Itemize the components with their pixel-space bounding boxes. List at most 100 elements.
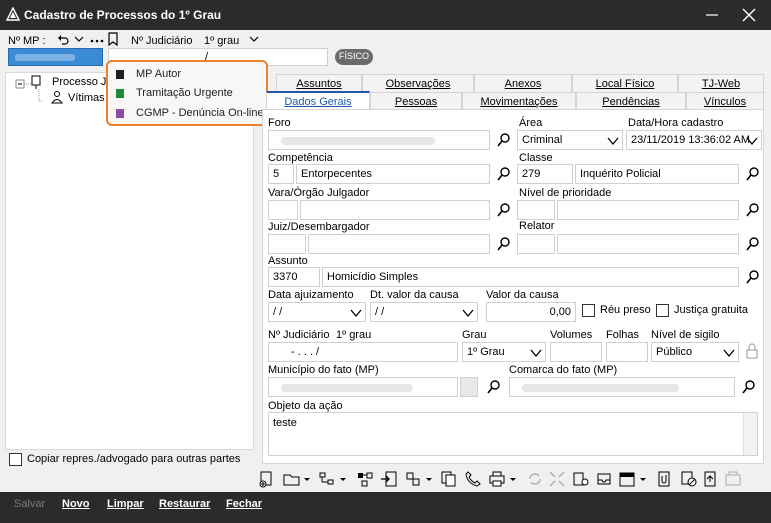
sigilo-select[interactable]: Público (651, 342, 739, 362)
volumes-input[interactable] (550, 342, 602, 362)
copy-icon[interactable] (440, 470, 458, 488)
competencia-input[interactable]: Entorpecentes (296, 164, 490, 184)
archive-icon[interactable] (724, 470, 742, 488)
print-icon[interactable] (488, 470, 518, 488)
chevron-down-icon (462, 309, 474, 318)
justica-gratuita-checkbox[interactable] (656, 304, 669, 317)
cancel-doc-icon[interactable] (680, 470, 698, 488)
tree-item-vitimas[interactable]: Vítimas (68, 92, 105, 104)
juiz-input[interactable] (308, 234, 490, 254)
tab-assuntos[interactable]: Assuntos (276, 74, 362, 92)
popup-item-mp-autor[interactable]: MP Autor (114, 66, 264, 84)
sync-icon[interactable] (526, 470, 544, 488)
search-icon[interactable] (496, 236, 512, 252)
municipio-input[interactable] (268, 377, 458, 397)
minimize-icon[interactable] (700, 5, 724, 25)
area-select[interactable]: Criminal (517, 130, 623, 150)
municipio-uf[interactable] (460, 377, 478, 397)
tab-movimentacoes[interactable]: Movimentações (462, 92, 576, 110)
objeto-textarea[interactable]: teste (268, 412, 758, 456)
tab-tj-web[interactable]: TJ-Web (678, 74, 764, 92)
tab-anexos[interactable]: Anexos (474, 74, 572, 92)
tab-dados-gerais[interactable]: Dados Gerais (266, 91, 370, 110)
justica-gratuita-label: Justiça gratuita (674, 304, 748, 316)
limpar-button[interactable]: Limpar (107, 498, 144, 510)
lock-icon[interactable] (745, 343, 759, 359)
restaurar-button[interactable]: Restaurar (159, 498, 210, 510)
juiz-label: Juiz/Desembargador (268, 221, 370, 233)
search-icon[interactable] (745, 202, 761, 218)
assunto-input[interactable]: Homicídio Simples (322, 267, 739, 287)
search-icon[interactable] (741, 379, 757, 395)
objeto-label: Objeto da ação (268, 400, 343, 412)
more-icon[interactable] (90, 33, 104, 45)
process-tree[interactable]: Processo Ju Vítimas (5, 72, 254, 450)
split-icon[interactable] (404, 470, 434, 488)
competencia-code[interactable]: 5 (268, 164, 294, 184)
datahora-input[interactable]: 23/11/2019 13:36:02 AM (626, 130, 762, 150)
undo-icon[interactable] (57, 33, 69, 45)
municipio-label: Município do fato (MP) (268, 364, 379, 376)
hierarchy-icon[interactable] (318, 470, 348, 488)
juiz-code[interactable] (268, 234, 306, 254)
njud2-label: Nº Judiciário (268, 329, 330, 341)
tab-local-fisico[interactable]: Local Físico (572, 74, 678, 92)
data-ajuizamento-input[interactable]: / / (268, 302, 366, 322)
search-icon[interactable] (496, 132, 512, 148)
phone-icon[interactable] (464, 470, 482, 488)
vara-input[interactable] (300, 200, 490, 220)
search-icon[interactable] (745, 236, 761, 252)
transfer-icon[interactable] (380, 470, 398, 488)
novo-button[interactable]: Novo (62, 498, 90, 510)
folder-icon[interactable] (282, 470, 312, 488)
settings-doc-icon[interactable] (572, 470, 590, 488)
search-icon[interactable] (496, 166, 512, 182)
bookmark-icon[interactable] (107, 32, 119, 46)
grau-select[interactable]: 1º Grau (462, 342, 546, 362)
search-icon[interactable] (486, 379, 502, 395)
network-icon[interactable] (356, 470, 374, 488)
comarca-input[interactable] (509, 377, 735, 397)
assunto-code[interactable]: 3370 (268, 267, 320, 287)
calendar-icon[interactable] (618, 470, 648, 488)
tab-pessoas[interactable]: Pessoas (370, 92, 462, 110)
search-icon[interactable] (745, 269, 761, 285)
tab-pendencias[interactable]: Pendências (576, 92, 686, 110)
chevron-down-icon[interactable] (73, 33, 85, 45)
inbox-icon[interactable] (596, 470, 614, 488)
close-icon[interactable] (737, 5, 761, 25)
nmp-input[interactable] (8, 48, 103, 66)
reu-preso-checkbox[interactable] (582, 304, 595, 317)
chevron-down-icon[interactable] (248, 33, 260, 45)
copiar-checkbox[interactable] (9, 453, 22, 466)
tab-vinculos[interactable]: Vínculos (686, 92, 764, 110)
flag-swatch (116, 70, 124, 79)
dt-valor-input[interactable]: / / (370, 302, 478, 322)
relator-code[interactable] (517, 234, 555, 254)
fechar-button[interactable]: Fechar (226, 498, 262, 510)
classe-code[interactable]: 279 (517, 164, 573, 184)
assunto-label: Assunto (268, 255, 308, 267)
search-icon[interactable] (745, 166, 761, 182)
search-icon[interactable] (496, 202, 512, 218)
popup-item-tramitacao-urgente[interactable]: Tramitação Urgente (114, 85, 264, 103)
prioridade-input[interactable] (557, 200, 739, 220)
add-document-icon[interactable] (258, 470, 276, 488)
salvar-button[interactable]: Salvar (14, 498, 45, 510)
popup-item-cgmp[interactable]: CGMP - Denúncia On-line (114, 105, 264, 123)
vara-code[interactable] (268, 200, 298, 220)
upload-doc-icon[interactable] (702, 470, 720, 488)
folhas-input[interactable] (606, 342, 648, 362)
prioridade-code[interactable] (517, 200, 555, 220)
relator-input[interactable] (557, 234, 739, 254)
valor-causa-input[interactable]: 0,00 (486, 302, 576, 322)
tree-item-processo[interactable]: Processo Ju (52, 76, 113, 88)
attach-doc-icon[interactable] (656, 470, 674, 488)
tab-observacoes[interactable]: Observações (362, 74, 474, 92)
scrollbar[interactable] (743, 413, 757, 455)
njud2-input[interactable]: - . . . / (268, 342, 458, 362)
area-label: Área (519, 117, 543, 129)
classe-input[interactable]: Inquérito Policial (575, 164, 739, 184)
foro-input[interactable] (268, 130, 490, 150)
expand-icon[interactable] (548, 470, 566, 488)
